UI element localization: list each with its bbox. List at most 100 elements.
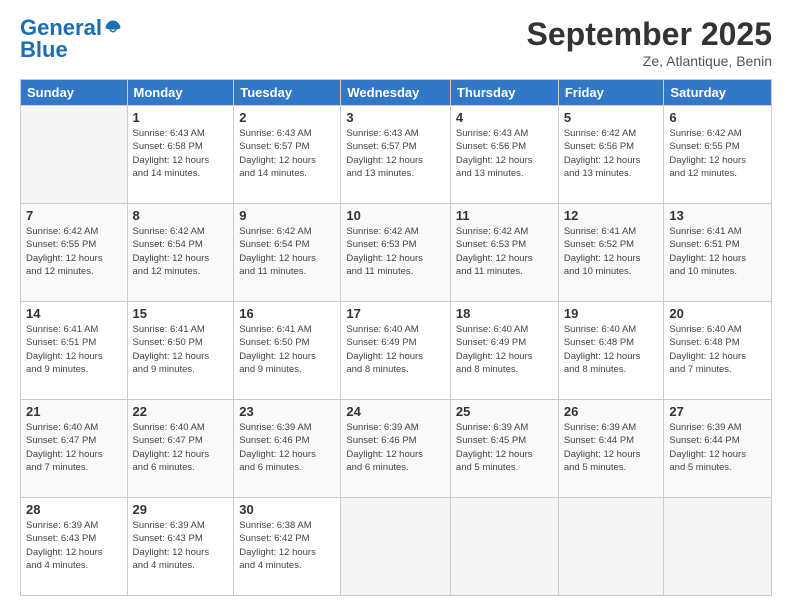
calendar-week-2: 14 Sunrise: 6:41 AMSunset: 6:51 PMDayligh… (21, 302, 772, 400)
day-info: Sunrise: 6:40 AMSunset: 6:47 PMDaylight:… (133, 421, 229, 474)
day-number: 9 (239, 208, 335, 223)
day-number: 13 (669, 208, 766, 223)
day-info: Sunrise: 6:42 AMSunset: 6:54 PMDaylight:… (239, 225, 335, 278)
day-number: 19 (564, 306, 659, 321)
day-info: Sunrise: 6:40 AMSunset: 6:48 PMDaylight:… (669, 323, 766, 376)
logo-text-blue: Blue (20, 38, 68, 62)
calendar-week-4: 28 Sunrise: 6:39 AMSunset: 6:43 PMDayligh… (21, 498, 772, 596)
day-info: Sunrise: 6:41 AMSunset: 6:51 PMDaylight:… (26, 323, 122, 376)
calendar-cell: 11 Sunrise: 6:42 AMSunset: 6:53 PMDayligh… (450, 204, 558, 302)
calendar-cell: 19 Sunrise: 6:40 AMSunset: 6:48 PMDayligh… (558, 302, 664, 400)
calendar-cell (450, 498, 558, 596)
day-number: 5 (564, 110, 659, 125)
day-info: Sunrise: 6:42 AMSunset: 6:55 PMDaylight:… (669, 127, 766, 180)
day-number: 25 (456, 404, 553, 419)
day-number: 12 (564, 208, 659, 223)
day-number: 10 (346, 208, 445, 223)
calendar-cell: 4 Sunrise: 6:43 AMSunset: 6:56 PMDaylight… (450, 106, 558, 204)
calendar-cell: 30Sunrise: 6:38 AMSunset: 6:42 PMDayligh… (234, 498, 341, 596)
day-info: Sunrise: 6:41 AMSunset: 6:51 PMDaylight:… (669, 225, 766, 278)
day-number: 15 (133, 306, 229, 321)
calendar-cell: 22Sunrise: 6:40 AMSunset: 6:47 PMDayligh… (127, 400, 234, 498)
day-info: Sunrise: 6:41 AMSunset: 6:50 PMDaylight:… (239, 323, 335, 376)
col-monday: Monday (127, 80, 234, 106)
day-info: Sunrise: 6:40 AMSunset: 6:47 PMDaylight:… (26, 421, 122, 474)
day-info: Sunrise: 6:42 AMSunset: 6:55 PMDaylight:… (26, 225, 122, 278)
day-number: 7 (26, 208, 122, 223)
day-info: Sunrise: 6:42 AMSunset: 6:53 PMDaylight:… (346, 225, 445, 278)
calendar-cell: 13 Sunrise: 6:41 AMSunset: 6:51 PMDayligh… (664, 204, 772, 302)
calendar-cell: 20 Sunrise: 6:40 AMSunset: 6:48 PMDayligh… (664, 302, 772, 400)
day-info: Sunrise: 6:39 AMSunset: 6:46 PMDaylight:… (239, 421, 335, 474)
calendar-cell: 6 Sunrise: 6:42 AMSunset: 6:55 PMDaylight… (664, 106, 772, 204)
day-info: Sunrise: 6:43 AMSunset: 6:57 PMDaylight:… (346, 127, 445, 180)
calendar-header-row: Sunday Monday Tuesday Wednesday Thursday… (21, 80, 772, 106)
day-number: 20 (669, 306, 766, 321)
calendar-cell: 21 Sunrise: 6:40 AMSunset: 6:47 PMDayligh… (21, 400, 128, 498)
calendar-cell: 10 Sunrise: 6:42 AMSunset: 6:53 PMDayligh… (341, 204, 451, 302)
day-number: 8 (133, 208, 229, 223)
calendar-cell (21, 106, 128, 204)
day-number: 24 (346, 404, 445, 419)
day-number: 6 (669, 110, 766, 125)
calendar-cell (664, 498, 772, 596)
day-number: 27 (669, 404, 766, 419)
day-number: 14 (26, 306, 122, 321)
day-number: 16 (239, 306, 335, 321)
col-saturday: Saturday (664, 80, 772, 106)
calendar-cell: 26 Sunrise: 6:39 AMSunset: 6:44 PMDayligh… (558, 400, 664, 498)
day-number: 21 (26, 404, 122, 419)
calendar-cell: 9 Sunrise: 6:42 AMSunset: 6:54 PMDaylight… (234, 204, 341, 302)
calendar-cell: 1 Sunrise: 6:43 AMSunset: 6:58 PMDaylight… (127, 106, 234, 204)
calendar-cell: 28Sunrise: 6:39 AMSunset: 6:43 PMDayligh… (21, 498, 128, 596)
day-info: Sunrise: 6:42 AMSunset: 6:53 PMDaylight:… (456, 225, 553, 278)
day-info: Sunrise: 6:39 AMSunset: 6:45 PMDaylight:… (456, 421, 553, 474)
day-info: Sunrise: 6:39 AMSunset: 6:44 PMDaylight:… (669, 421, 766, 474)
day-number: 2 (239, 110, 335, 125)
day-info: Sunrise: 6:40 AMSunset: 6:49 PMDaylight:… (456, 323, 553, 376)
day-number: 26 (564, 404, 659, 419)
calendar-cell: 15 Sunrise: 6:41 AMSunset: 6:50 PMDayligh… (127, 302, 234, 400)
calendar-cell: 3 Sunrise: 6:43 AMSunset: 6:57 PMDaylight… (341, 106, 451, 204)
day-number: 11 (456, 208, 553, 223)
day-info: Sunrise: 6:43 AMSunset: 6:56 PMDaylight:… (456, 127, 553, 180)
calendar-cell: 27 Sunrise: 6:39 AMSunset: 6:44 PMDayligh… (664, 400, 772, 498)
calendar-cell (341, 498, 451, 596)
calendar-cell: 14 Sunrise: 6:41 AMSunset: 6:51 PMDayligh… (21, 302, 128, 400)
calendar-cell: 16 Sunrise: 6:41 AMSunset: 6:50 PMDayligh… (234, 302, 341, 400)
day-number: 1 (133, 110, 229, 125)
day-number: 29 (133, 502, 229, 517)
day-info: Sunrise: 6:40 AMSunset: 6:49 PMDaylight:… (346, 323, 445, 376)
day-number: 23 (239, 404, 335, 419)
title-section: September 2025 Ze, Atlantique, Benin (527, 16, 772, 69)
calendar-cell: 23 Sunrise: 6:39 AMSunset: 6:46 PMDayligh… (234, 400, 341, 498)
location: Ze, Atlantique, Benin (527, 53, 772, 69)
col-thursday: Thursday (450, 80, 558, 106)
col-friday: Friday (558, 80, 664, 106)
calendar-week-3: 21 Sunrise: 6:40 AMSunset: 6:47 PMDayligh… (21, 400, 772, 498)
calendar-cell (558, 498, 664, 596)
calendar-cell: 12Sunrise: 6:41 AMSunset: 6:52 PMDayligh… (558, 204, 664, 302)
calendar-cell: 18 Sunrise: 6:40 AMSunset: 6:49 PMDayligh… (450, 302, 558, 400)
day-info: Sunrise: 6:43 AMSunset: 6:58 PMDaylight:… (133, 127, 229, 180)
day-info: Sunrise: 6:41 AMSunset: 6:50 PMDaylight:… (133, 323, 229, 376)
day-number: 28 (26, 502, 122, 517)
col-wednesday: Wednesday (341, 80, 451, 106)
day-info: Sunrise: 6:42 AMSunset: 6:56 PMDaylight:… (564, 127, 659, 180)
calendar-week-1: 7 Sunrise: 6:42 AMSunset: 6:55 PMDaylight… (21, 204, 772, 302)
calendar-cell: 29 Sunrise: 6:39 AMSunset: 6:43 PMDayligh… (127, 498, 234, 596)
day-number: 18 (456, 306, 553, 321)
day-number: 17 (346, 306, 445, 321)
day-number: 4 (456, 110, 553, 125)
day-info: Sunrise: 6:39 AMSunset: 6:44 PMDaylight:… (564, 421, 659, 474)
header: General Blue September 2025 Ze, Atlantiq… (20, 16, 772, 69)
day-info: Sunrise: 6:40 AMSunset: 6:48 PMDaylight:… (564, 323, 659, 376)
page: General Blue September 2025 Ze, Atlantiq… (0, 0, 792, 612)
day-info: Sunrise: 6:39 AMSunset: 6:43 PMDaylight:… (133, 519, 229, 572)
calendar-week-0: 1 Sunrise: 6:43 AMSunset: 6:58 PMDaylight… (21, 106, 772, 204)
calendar-cell: 7 Sunrise: 6:42 AMSunset: 6:55 PMDaylight… (21, 204, 128, 302)
col-tuesday: Tuesday (234, 80, 341, 106)
calendar-cell: 5 Sunrise: 6:42 AMSunset: 6:56 PMDaylight… (558, 106, 664, 204)
logo: General Blue (20, 16, 122, 62)
day-number: 3 (346, 110, 445, 125)
